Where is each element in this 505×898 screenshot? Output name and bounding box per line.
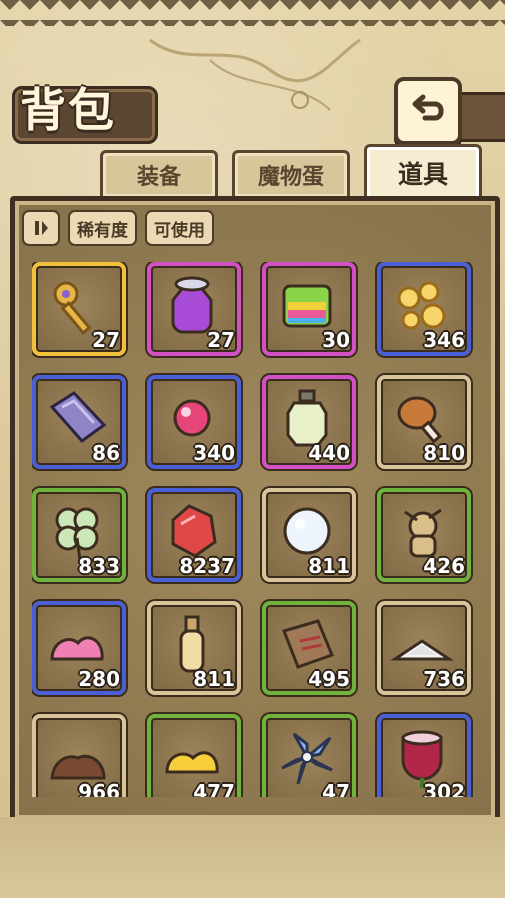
inventory-slot[interactable]: 810 — [377, 375, 471, 469]
item-count: 340 — [193, 441, 235, 465]
inventory-slot[interactable]: 811 — [147, 601, 241, 695]
rarity-sort-button[interactable]: 稀有度 — [68, 210, 137, 246]
item-count: 47 — [322, 780, 350, 797]
inventory-slot[interactable]: 966 — [32, 714, 126, 797]
item-count: 86 — [92, 441, 120, 465]
item-count: 810 — [423, 441, 465, 465]
item-count: 495 — [308, 667, 350, 691]
item-count: 27 — [92, 328, 120, 352]
tab-items[interactable]: 道具 — [364, 144, 482, 199]
item-count: 440 — [308, 441, 350, 465]
page-title: 背包 — [20, 83, 116, 137]
inventory-slot[interactable]: 346 — [377, 262, 471, 356]
inventory-slot[interactable]: 340 — [147, 375, 241, 469]
inventory-slot[interactable]: 477 — [147, 714, 241, 797]
item-count: 280 — [78, 667, 120, 691]
tab-equipment[interactable]: 装备 — [100, 150, 218, 197]
inventory-slot[interactable]: 27 — [32, 262, 126, 356]
inventory-slot[interactable]: 495 — [262, 601, 356, 695]
inventory-slot[interactable]: 30 — [262, 262, 356, 356]
item-count: 477 — [193, 780, 235, 797]
inventory-slot[interactable]: 27 — [147, 262, 241, 356]
inventory-slot[interactable]: 302 — [377, 714, 471, 797]
inventory-slot[interactable]: 280 — [32, 601, 126, 695]
tab-bar: 装备 魔物蛋 道具 — [0, 144, 505, 199]
top-border-decoration — [0, 0, 505, 26]
item-count: 966 — [78, 780, 120, 797]
item-count: 426 — [423, 554, 465, 578]
tab-monster-eggs[interactable]: 魔物蛋 — [232, 150, 350, 197]
item-count: 833 — [78, 554, 120, 578]
item-grid: 27 27 30 346 86 340 440 810 833 8237 811 426 280 811 4… — [32, 262, 477, 797]
back-button[interactable] — [394, 77, 462, 145]
inventory-slot[interactable]: 86 — [32, 375, 126, 469]
inventory-slot[interactable]: 833 — [32, 488, 126, 582]
inventory-slot[interactable]: 736 — [377, 601, 471, 695]
item-count: 27 — [207, 328, 235, 352]
bottom-map-area — [0, 817, 505, 898]
pause-filter-icon[interactable] — [22, 210, 60, 246]
item-count: 736 — [423, 667, 465, 691]
item-count: 302 — [423, 780, 465, 797]
item-count: 8237 — [179, 554, 235, 578]
inventory-slot[interactable]: 47 — [262, 714, 356, 797]
usable-filter-button[interactable]: 可使用 — [145, 210, 214, 246]
inventory-slot[interactable]: 440 — [262, 375, 356, 469]
item-count: 30 — [322, 328, 350, 352]
inventory-slot[interactable]: 426 — [377, 488, 471, 582]
inventory-slot[interactable]: 8237 — [147, 488, 241, 582]
item-count: 811 — [308, 554, 350, 578]
inventory-slot[interactable]: 811 — [262, 488, 356, 582]
filter-bar: 稀有度 可使用 — [22, 210, 214, 246]
item-count: 811 — [193, 667, 235, 691]
item-count: 346 — [423, 328, 465, 352]
return-arrow-icon — [412, 94, 444, 121]
